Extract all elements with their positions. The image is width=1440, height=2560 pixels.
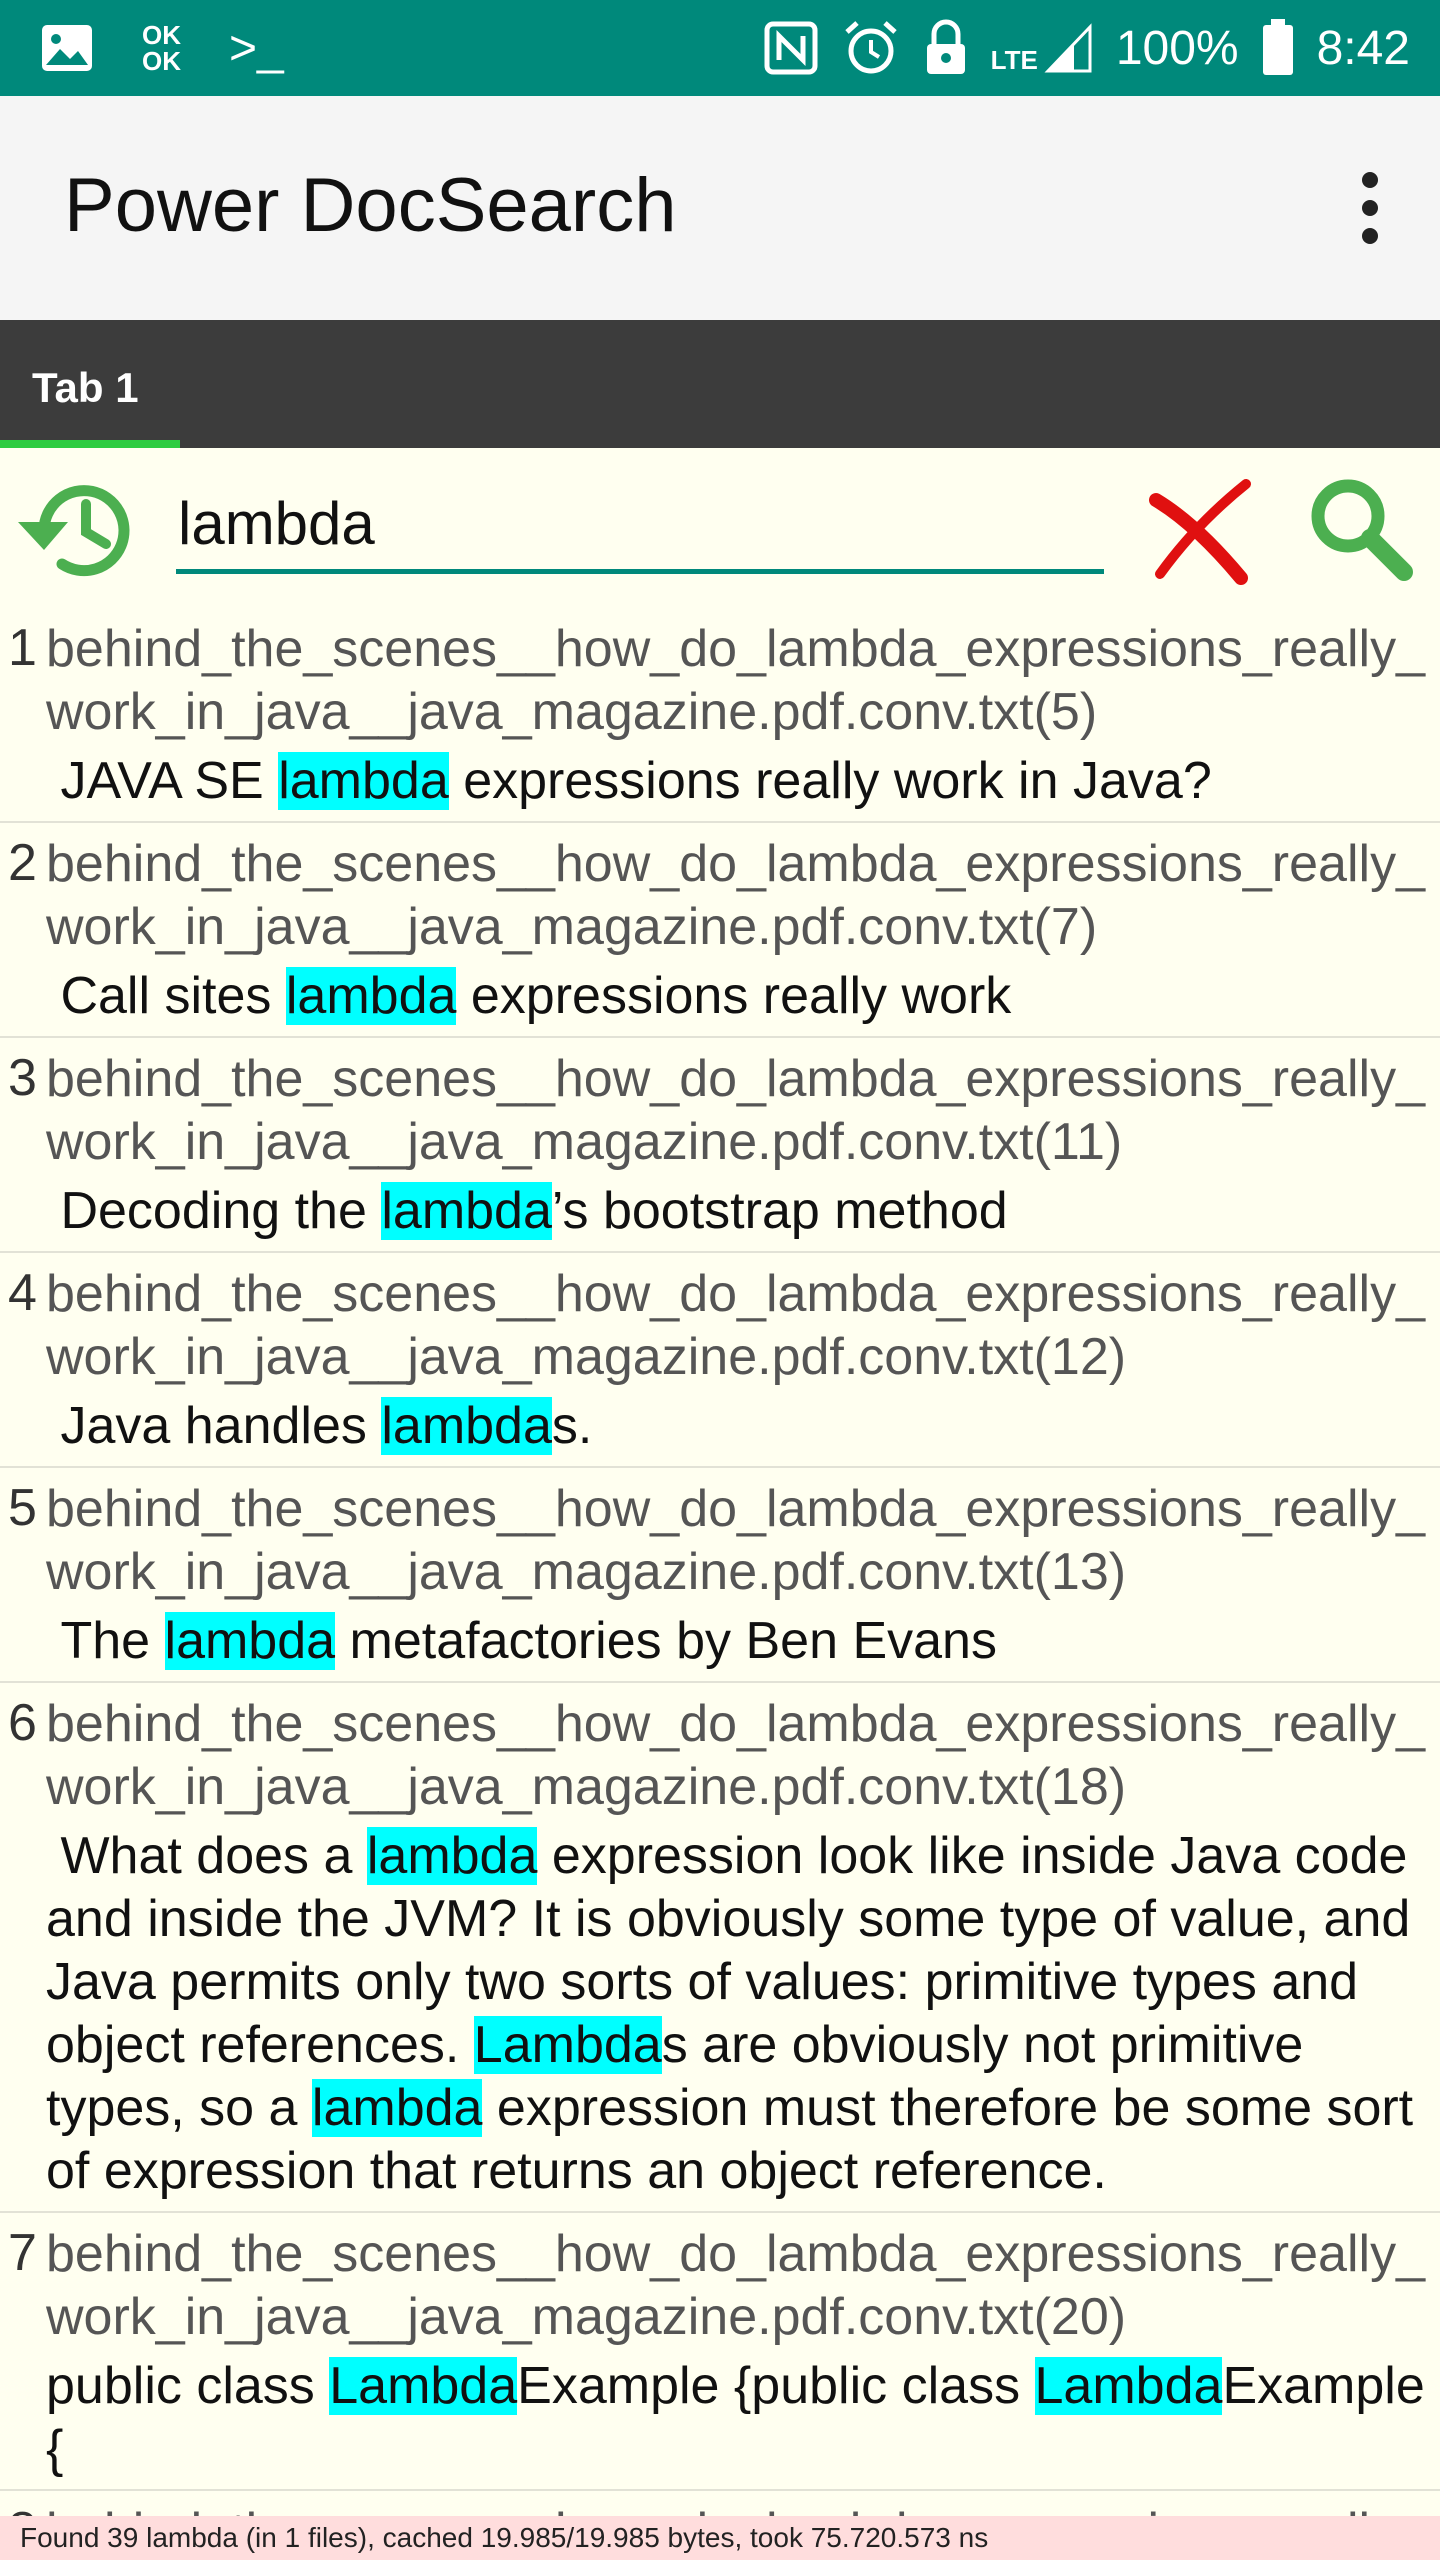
tab-active-indicator (0, 440, 180, 448)
result-item[interactable]: 6 behind_the_scenes__how_do_lambda_expres… (0, 1683, 1440, 2213)
status-footer: Found 39 lambda (in 1 files), cached 19.… (0, 2516, 1440, 2560)
result-item[interactable]: 5 behind_the_scenes__how_do_lambda_expres… (0, 1468, 1440, 1683)
result-number: 5 (8, 1479, 37, 1537)
snippet-text: Decoding the (46, 1182, 382, 1240)
result-file: behind_the_scenes__how_do_lambda_express… (46, 1480, 1425, 1601)
highlight-match: Lambda (1034, 2357, 1223, 2415)
image-icon (40, 18, 94, 78)
result-number: 6 (8, 1694, 37, 1752)
snippet-text: Call sites (46, 967, 286, 1025)
result-item[interactable]: 1 behind_the_scenes__how_do_lambda_expres… (0, 608, 1440, 823)
result-snippet: JAVA SE lambda expressions really work i… (46, 744, 1440, 813)
result-item[interactable]: 2 behind_the_scenes__how_do_lambda_expres… (0, 823, 1440, 1038)
result-snippet: public class LambdaExample {public class… (46, 2349, 1440, 2481)
result-item[interactable]: 8 behind_the_scenes__how_do_lambda_expres… (0, 2491, 1440, 2516)
result-file: behind_the_scenes__how_do_lambda_express… (46, 2225, 1425, 2346)
highlight-match: lambda (366, 1827, 538, 1885)
result-number: 8 (8, 2501, 37, 2516)
app-title: Power DocSearch (64, 163, 677, 248)
lte-signal-icon: LTE (991, 18, 1094, 78)
result-number: 2 (8, 834, 37, 892)
snippet-text: ’s bootstrap method (551, 1182, 1008, 1240)
highlight-match: lambda (164, 1612, 336, 1670)
highlight-match: Lambda (329, 2357, 518, 2415)
status-bar: OK OK >_ LTE 100% 8:42 (0, 0, 1440, 96)
result-item[interactable]: 3 behind_the_scenes__how_do_lambda_expres… (0, 1038, 1440, 1253)
snippet-text: expressions really work (456, 967, 1012, 1025)
lock-icon (923, 18, 969, 78)
result-item[interactable]: 7 behind_the_scenes__how_do_lambda_expres… (0, 2213, 1440, 2491)
snippet-text: What does a (46, 1827, 367, 1885)
search-input[interactable] (176, 478, 1104, 574)
highlight-match: lambda (381, 1182, 552, 1240)
snippet-text: Example {public class (517, 2357, 1035, 2415)
result-number: 7 (8, 2224, 37, 2282)
search-icon[interactable] (1300, 470, 1420, 590)
result-item[interactable]: 4 behind_the_scenes__how_do_lambda_expres… (0, 1253, 1440, 1468)
result-snippet: The lambda metafactories by Ben Evans (46, 1604, 1440, 1673)
history-icon[interactable] (14, 470, 144, 590)
ok-bottom-label: OK (142, 46, 181, 76)
status-bar-right: LTE 100% 8:42 (763, 18, 1410, 78)
clear-icon[interactable] (1146, 478, 1256, 588)
result-file: behind_the_scenes__how_do_lambda_express… (46, 835, 1425, 956)
nfc-icon (763, 18, 819, 78)
result-file: behind_the_scenes__how_do_lambda_express… (46, 1050, 1425, 1171)
terminal-icon: >_ (229, 21, 284, 75)
battery-icon (1261, 18, 1295, 78)
footer-text: Found 39 lambda (in 1 files), cached 19.… (20, 2522, 989, 2553)
snippet-text: public class (46, 2357, 330, 2415)
ok-ok-icon: OK OK (142, 18, 181, 78)
tab-label: Tab 1 (32, 364, 139, 411)
highlight-match: lambda (278, 752, 449, 810)
snippet-text: expressions really work in Java? (448, 752, 1212, 810)
highlight-match: lambda (381, 1397, 552, 1455)
snippet-text: Java handles (46, 1397, 382, 1455)
results-list: 1 behind_the_scenes__how_do_lambda_expres… (0, 608, 1440, 2516)
app-bar: Power DocSearch (0, 96, 1440, 320)
tab-1[interactable]: Tab 1 (0, 320, 180, 448)
search-row (0, 448, 1440, 608)
clock: 8:42 (1316, 21, 1410, 75)
result-snippet: What does a lambda expression look like … (46, 1819, 1440, 2203)
lte-label: LTE (990, 45, 1038, 75)
highlight-match: lambda (285, 967, 457, 1025)
result-number: 1 (8, 619, 37, 677)
result-file: behind_the_scenes__how_do_lambda_express… (46, 620, 1425, 741)
result-snippet: Call sites lambda expressions really wor… (46, 959, 1440, 1028)
result-number: 3 (8, 1049, 37, 1107)
battery-percent: 100% (1115, 21, 1239, 75)
status-bar-left: OK OK >_ (40, 18, 284, 78)
snippet-text: JAVA SE (46, 752, 279, 810)
snippet-text: The (46, 1612, 165, 1670)
overflow-menu-icon[interactable] (1340, 166, 1400, 250)
result-snippet: Java handles lambdas. (46, 1389, 1440, 1458)
result-file: behind_the_scenes__how_do_lambda_express… (46, 1265, 1425, 1386)
snippet-text: s. (551, 1397, 593, 1455)
snippet-text: metafactories by Ben Evans (335, 1612, 997, 1670)
highlight-match: Lambda (473, 2016, 662, 2074)
result-file: behind_the_scenes__how_do_lambda_express… (46, 1695, 1425, 1816)
highlight-match: lambda (311, 2079, 483, 2137)
alarm-icon (841, 18, 901, 78)
result-number: 4 (8, 1264, 37, 1322)
result-snippet: Decoding the lambda’s bootstrap method (46, 1174, 1440, 1243)
tab-bar: Tab 1 (0, 320, 1440, 448)
result-file: behind_the_scenes__how_do_lambda_express… (46, 2491, 1440, 2516)
